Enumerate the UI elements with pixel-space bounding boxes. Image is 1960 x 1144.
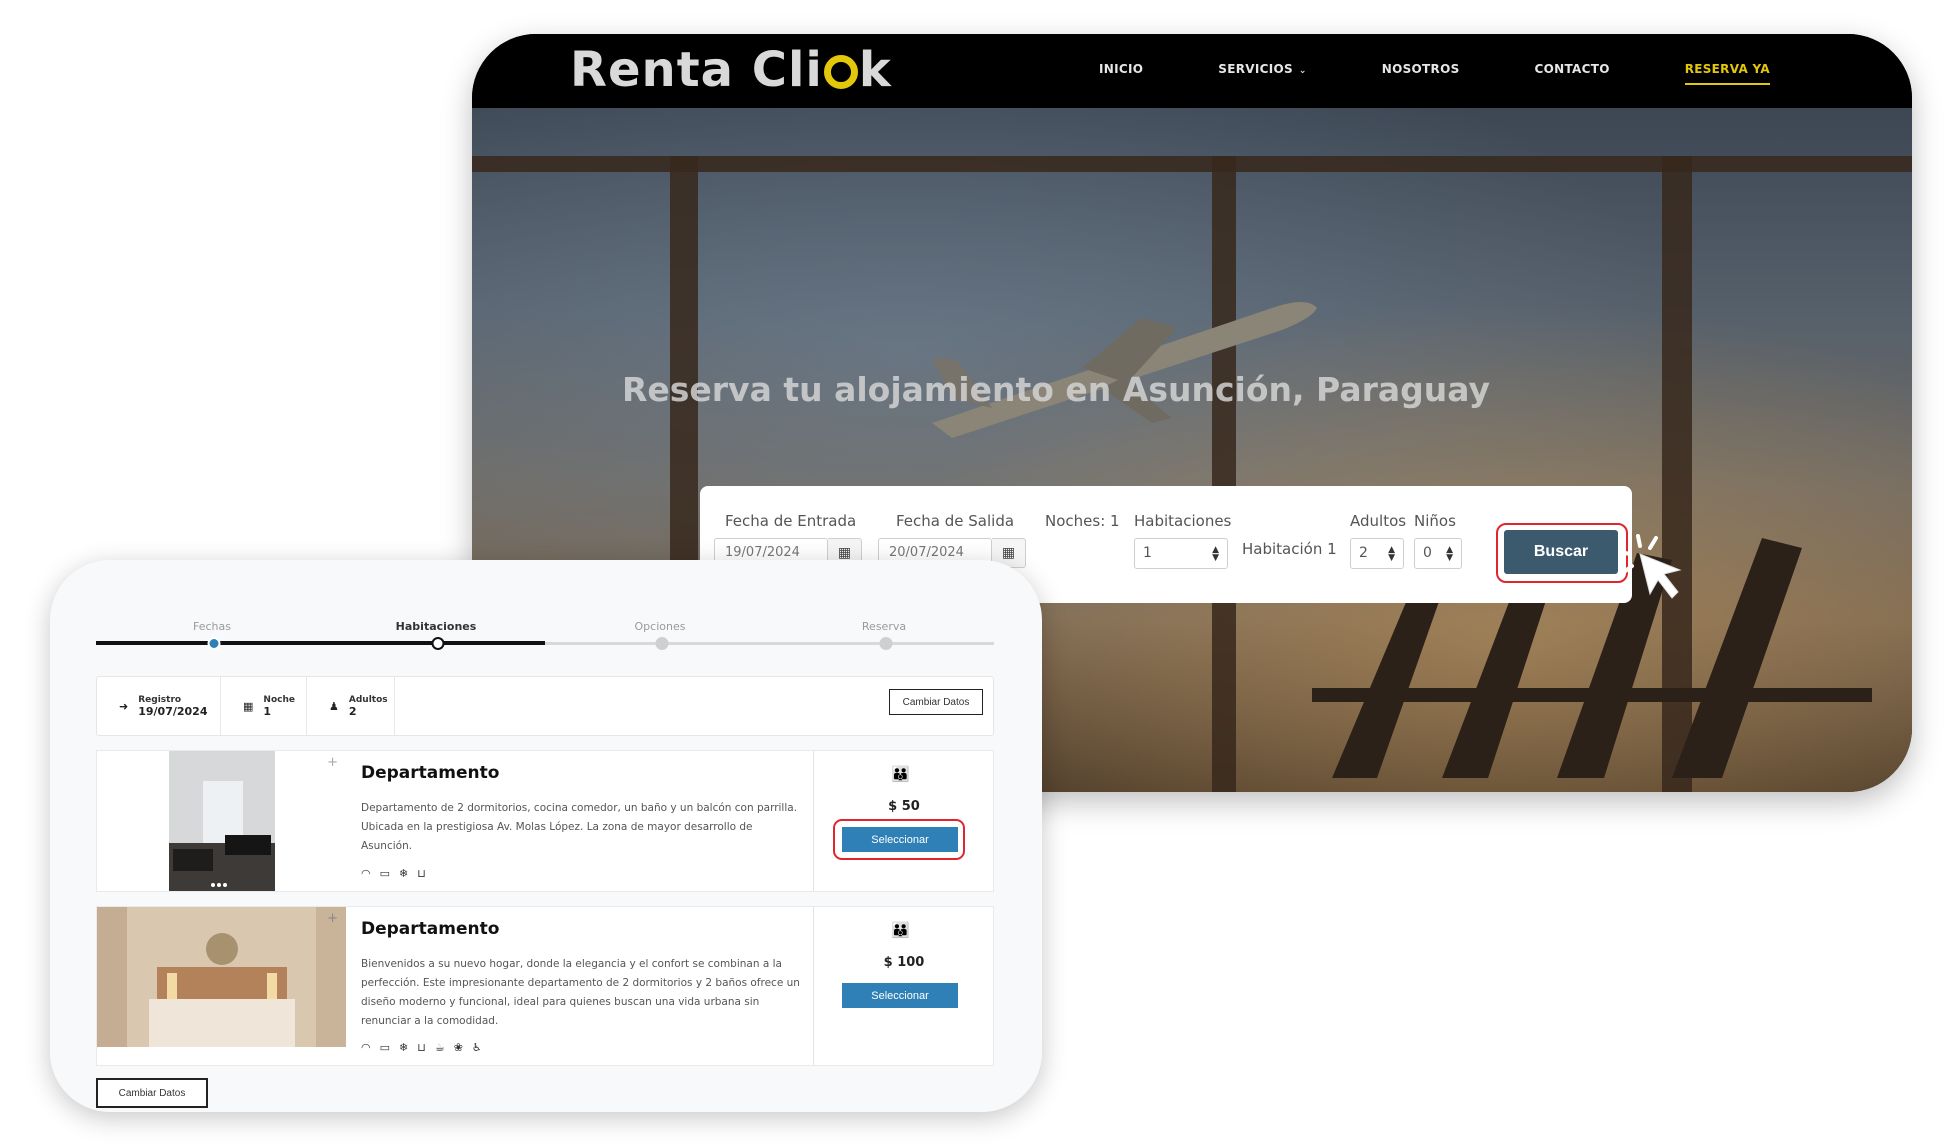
accessible-icon: ♿ [471,1041,482,1054]
room-divider [813,751,814,891]
room-card: + Departamento Departamento de 2 dormito… [96,750,994,892]
room-photo [97,907,346,1047]
step-dot-opciones [655,637,669,650]
select-room-button[interactable]: Seleccionar [842,983,958,1008]
click-cursor-icon [1618,534,1682,599]
ac-icon: ❄ [399,867,409,880]
booking-window: Fechas Habitaciones Opciones Reserva ➜ R… [50,560,1042,1112]
pet-icon: ❀ [453,1041,463,1054]
room-name-label: Habitación 1 [1242,540,1337,558]
room-description: Bienvenidos a su nuevo hogar, donde la e… [361,958,800,1027]
room-price: $ 100 [883,955,925,970]
room-image[interactable]: + [97,751,346,891]
logo-text-end: k [858,42,892,98]
nav-reserva-ya[interactable]: RESERVA YA [1684,62,1771,85]
expand-plus-icon[interactable]: + [327,755,338,770]
nav-servicios[interactable]: SERVICIOS ⌄ [1218,62,1307,76]
summary-checkin-value: 19/07/2024 [138,704,208,718]
bath-icon: ⊔ [417,867,426,880]
check-in-label: Fecha de Entrada [725,512,857,530]
step-label-fechas: Fechas [193,620,231,633]
wifi-icon: ◠ [361,867,371,880]
children-select[interactable]: 0 ▲ ▼ [1414,538,1462,569]
nights-label: Noches: 1 [1045,512,1120,530]
ac-icon: ❄ [399,1041,409,1054]
calendar-icon: ▦ [243,699,254,713]
rooms-select-value: 1 [1143,545,1152,561]
select-room-button[interactable]: Seleccionar [842,827,958,852]
step-label-opciones: Opciones [634,620,686,633]
logo-text: Renta Cli [570,42,823,98]
amenities: ◠ ▭ ❄ ⊔ [361,867,426,880]
tv-icon: ▭ [379,1041,391,1054]
chevron-down-icon: ⌄ [1298,66,1307,76]
change-data-button[interactable]: Cambiar Datos [889,689,983,715]
rooms-label: Habitaciones [1134,512,1232,530]
people-icon: 👪 [891,765,910,783]
room-photo [169,751,275,891]
adults-select-value: 2 [1359,545,1368,561]
children-select-value: 0 [1423,545,1432,561]
people-icon: 👪 [891,921,910,939]
room-image[interactable]: + [97,907,346,1047]
nav-contacto[interactable]: CONTACTO [1535,62,1610,76]
airplane-image [932,302,1317,438]
summary-adults-value: 2 [348,704,357,718]
step-label-habitaciones: Habitaciones [395,620,477,633]
adults-select[interactable]: 2 ▲ ▼ [1350,538,1404,569]
coffee-icon: ☕ [434,1041,445,1054]
check-out-label: Fecha de Salida [896,512,1015,530]
select-arrows-icon: ▲ ▼ [1212,545,1219,563]
logo[interactable]: Renta Cli k [570,42,892,98]
nav-inicio[interactable]: INICIO [1099,62,1143,76]
summary-adults: ♟ Adultos 2 [307,677,395,735]
expand-plus-icon[interactable]: + [327,911,338,926]
step-label-reserva: Reserva [861,620,907,633]
bath-icon: ⊔ [417,1041,426,1054]
summary-checkin: ➜ Registro 19/07/2024 [97,677,221,735]
children-label: Niños [1414,512,1456,530]
room-divider [813,907,814,1065]
room-title: Departamento [361,919,500,939]
search-button[interactable]: Buscar [1504,530,1618,574]
rooms-select[interactable]: 1 ▲ ▼ [1134,538,1228,569]
hero-title: Reserva tu alojamiento en Asunción, Para… [621,370,1491,409]
select-arrows-icon: ▲ ▼ [1446,545,1453,563]
sign-in-icon: ➜ [119,699,129,713]
step-dot-habitaciones[interactable] [431,637,445,650]
logo-c-icon [823,55,858,89]
room-card: + Departamento Bienvenidos a su nuevo ho… [96,906,994,1066]
nav-nosotros[interactable]: NOSOTROS [1382,62,1460,76]
adults-label: Adultos [1350,512,1407,530]
summary-night: ▦ Noche 1 [221,677,307,735]
summary-night-label: Noche [263,694,295,705]
tv-icon: ▭ [379,867,391,880]
progress-fill [96,641,545,645]
navbar: Renta Cli k INICIO SERVICIOS ⌄ NOSOTROS CO… [472,34,1912,108]
summary-adults-label: Adultos [348,694,388,705]
select-arrows-icon: ▲ ▼ [1388,545,1395,563]
summary-checkin-label: Registro [138,694,182,705]
step-dot-reserva [879,637,893,650]
booking-summary: ➜ Registro 19/07/2024 ▦ Noche 1 ♟ Adultos 2… [96,676,994,736]
change-data-button-bottom[interactable]: Cambiar Datos [96,1078,208,1108]
step-dot-fechas[interactable] [207,637,221,650]
room-price: $ 50 [888,799,920,814]
room-title: Departamento [361,763,500,783]
nav-servicios-label: SERVICIOS [1218,62,1293,76]
summary-night-value: 1 [263,704,272,718]
amenities: ◠ ▭ ❄ ⊔ ☕ ❀ ♿ [361,1041,482,1054]
person-icon: ♟ [329,699,339,713]
wifi-icon: ◠ [361,1041,371,1054]
main-nav: INICIO SERVICIOS ⌄ NOSOTROS CONTACTO RESE… [1099,62,1771,85]
room-description: Departamento de 2 dormitorios, cocina co… [361,802,798,852]
